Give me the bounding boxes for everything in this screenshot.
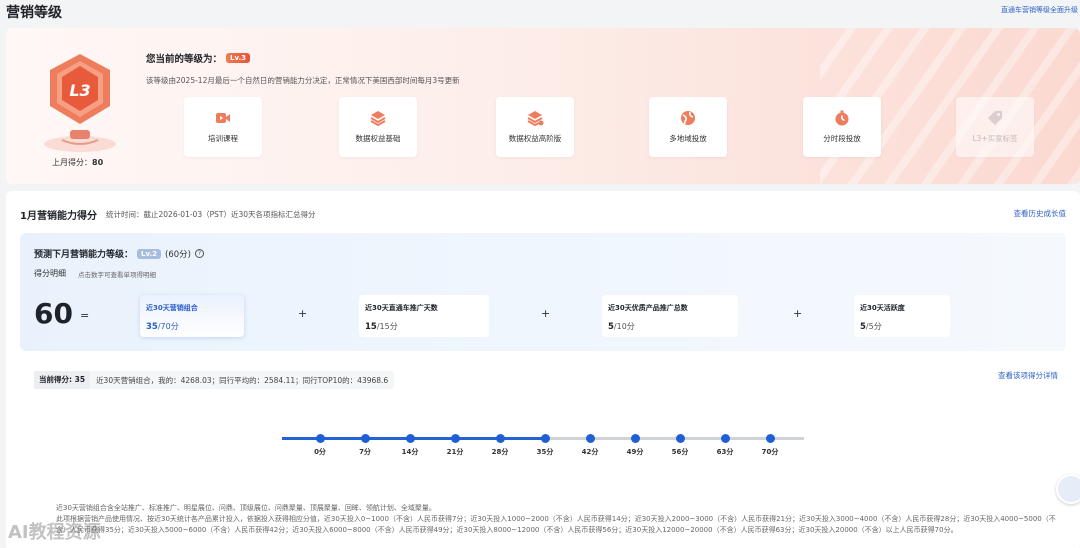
- level-hero-panel: L3 上月得分：80 您当前的等级为： Lv.3 该等级由2025-12月最后一…: [6, 28, 1080, 184]
- score-step-dot: [585, 434, 595, 443]
- predicted-points: (60分): [165, 249, 191, 260]
- current-score-bar: 当前得分: 35 近30天营销组合，我的：4268.03；同行平均的：2584.…: [34, 371, 395, 389]
- perk-data-basic[interactable]: 数据权益基础: [339, 97, 417, 157]
- breakdown-title: 得分明细: [34, 269, 66, 278]
- tag-icon: [988, 111, 1002, 125]
- rule-line: 近30天营销组合含全站推广、标准推广、明星展位、问鼎、顶级展位、问鼎聚量、顶展聚…: [56, 504, 436, 512]
- current-level-label: 您当前的等级为：: [146, 54, 223, 65]
- section-stat-time: 统计时间：截止2026-01-03（PST）近30天各项指标汇总得分: [106, 210, 316, 219]
- layers-icon: [370, 111, 386, 127]
- score-step-label: 35分: [536, 448, 554, 456]
- equals-sign: =: [80, 309, 90, 322]
- perk-training[interactable]: 培训课程: [184, 97, 262, 157]
- current-score-label: 当前得分: 35: [34, 371, 91, 389]
- score-card-quality-products[interactable]: 近30天优质产品推广总数 5/10分: [602, 295, 738, 337]
- breakdown-hint: 点击数字可查看单项得明细: [78, 271, 156, 279]
- badge-text: L3: [69, 81, 90, 100]
- scoring-rules: 近30天营销组合含全站推广、标准推广、明星展位、问鼎、顶级展位、问鼎聚量、顶展聚…: [56, 503, 1056, 536]
- perk-data-advanced[interactable]: 数据权益高阶版: [496, 97, 574, 157]
- score-step-label: 7分: [359, 448, 371, 456]
- score-step-dot: [540, 434, 550, 443]
- score-step-label: 0分: [314, 448, 326, 456]
- perk-multi-region[interactable]: 多地域投放: [649, 97, 727, 157]
- score-step-label: 28分: [491, 448, 509, 456]
- score-step-label: 42分: [581, 448, 599, 456]
- current-score-compare: 近30天营销组合，我的：4268.03；同行平均的：2584.11；同行TOP1…: [96, 375, 389, 385]
- score-card-activity[interactable]: 近30天活跃度 5/5分: [854, 295, 950, 337]
- score-detail-panel: 当前得分: 35 近30天营销组合，我的：4268.03；同行平均的：2584.…: [20, 351, 1066, 548]
- score-section: 1月营销能力得分 统计时间：截止2026-01-03（PST）近30天各项指标汇…: [6, 191, 1080, 548]
- page-title: 营销等级: [6, 5, 62, 21]
- score-step-label: 70分: [761, 448, 779, 456]
- plus-sign: +: [793, 307, 803, 320]
- score-step-label: 49分: [626, 448, 644, 456]
- score-step-dot: [405, 434, 415, 443]
- score-step-dot: [450, 434, 460, 443]
- last-month-score: 上月得分：80: [52, 158, 104, 167]
- score-card-marketing-mix[interactable]: 近30天营销组合 35/70分: [140, 295, 244, 337]
- top-bar: 营销等级 直通车营销等级全面升级: [0, 0, 1080, 24]
- score-step-dot: [360, 434, 370, 443]
- assistant-avatar[interactable]: [1056, 474, 1080, 504]
- score-detail-link[interactable]: 查看该项得分详情: [998, 370, 1058, 381]
- score-step-label: 63分: [716, 448, 734, 456]
- total-score: 60: [34, 297, 73, 330]
- rule-line: 此项根据营销产品使用情况、按近30天统计各产品累计投入，依据投入获得相应分值，近…: [56, 515, 1056, 534]
- prediction-panel: 预测下月营销能力等级： Lv.2 (60分) ? 得分明细 点击数字可查看单项得…: [20, 233, 1066, 393]
- score-step-dot: [675, 434, 685, 443]
- score-step-label: 21分: [446, 448, 464, 456]
- current-level-tag: Lv.3: [226, 53, 250, 63]
- perk-list: 培训课程 数据权益基础 数据权益高阶版 多地域投放 分时段投放 L3+买家标签: [184, 97, 1044, 157]
- score-step-dot: [720, 434, 730, 443]
- upgrade-info-link[interactable]: 直通车营销等级全面升级: [1001, 5, 1078, 15]
- level-description: 该等级由2025-12月最后一个自然日的营销能力分决定，正常情况下美国西部时间每…: [146, 76, 460, 85]
- score-step-dot: [495, 434, 505, 443]
- video-icon: [216, 113, 230, 123]
- plus-sign: +: [298, 307, 308, 320]
- level-badge-icon: L3: [44, 54, 116, 152]
- timer-icon: [835, 110, 849, 126]
- history-growth-link[interactable]: 查看历史成长值: [1014, 208, 1067, 219]
- perk-time-slot[interactable]: 分时段投放: [803, 97, 881, 157]
- watermark: AI教程资源: [8, 522, 101, 543]
- current-level: 您当前的等级为： Lv.3: [146, 51, 250, 65]
- score-step-dot: [630, 434, 640, 443]
- plus-sign: +: [541, 307, 551, 320]
- predicted-level-label: 预测下月营销能力等级：: [34, 250, 134, 260]
- layers-plus-icon: [527, 111, 544, 127]
- globe-icon: [681, 111, 695, 125]
- predicted-level-tag: Lv.2: [137, 248, 161, 259]
- section-title: 1月营销能力得分: [20, 211, 97, 222]
- help-icon[interactable]: ?: [194, 249, 204, 258]
- score-step-dot: [315, 434, 325, 443]
- score-step-dot: [765, 434, 775, 443]
- score-step-label: 14分: [401, 448, 419, 456]
- score-card-promo-days[interactable]: 近30天直通车推广天数 15/15分: [359, 295, 489, 337]
- perk-buyer-tag[interactable]: L3+买家标签: [956, 97, 1034, 157]
- score-step-label: 56分: [671, 448, 689, 456]
- score-progress-track: [282, 434, 804, 443]
- predicted-level: 预测下月营销能力等级： Lv.2 (60分) ?: [34, 247, 204, 260]
